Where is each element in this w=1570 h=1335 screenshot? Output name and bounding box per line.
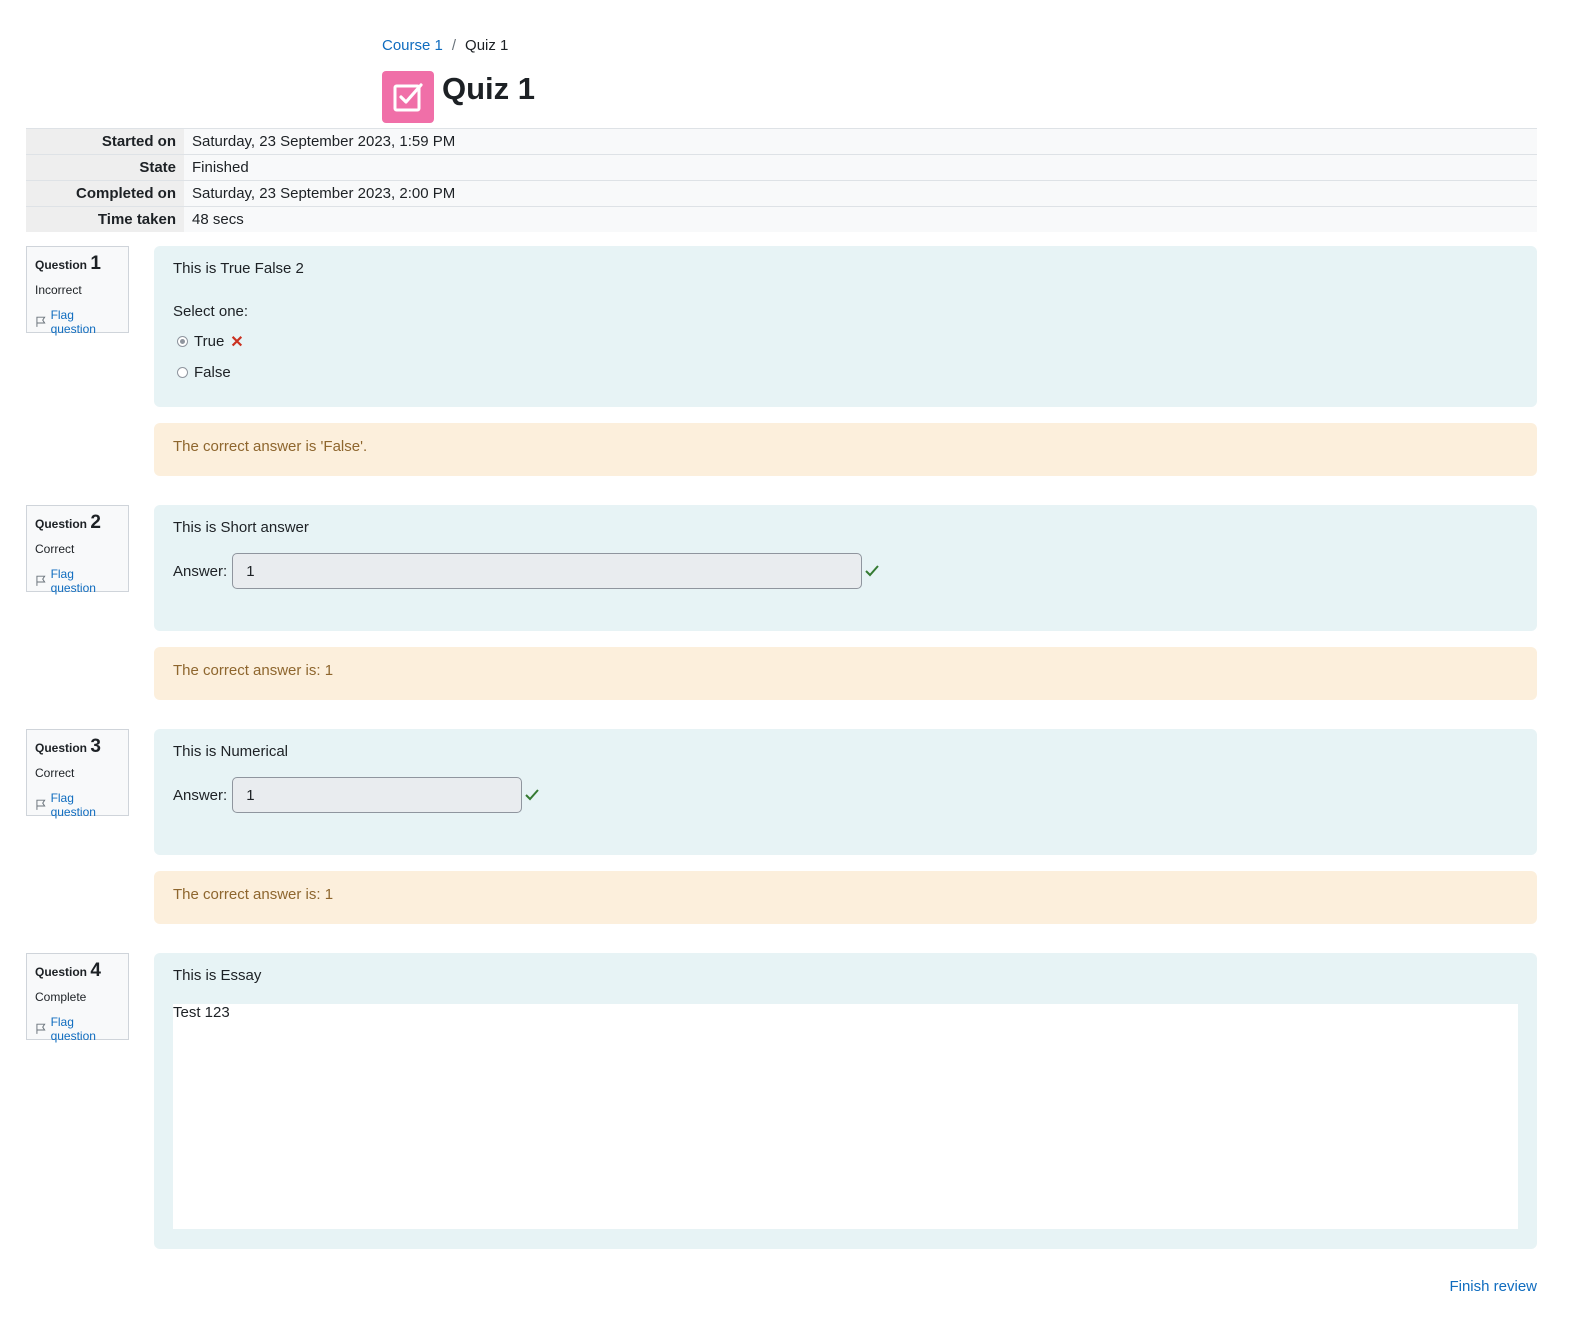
answer-row: Answer: 1	[173, 777, 1518, 813]
breadcrumb-current: Quiz 1	[465, 37, 509, 54]
question-3-formulation: This is Numerical Answer: 1	[154, 729, 1537, 855]
question-state: Complete	[35, 990, 87, 1004]
breadcrumb-separator: /	[451, 37, 457, 54]
question-number: 3	[90, 736, 101, 757]
summary-row-completed: Completed on Saturday, 23 September 2023…	[26, 180, 1537, 207]
option-true[interactable]: True ✕	[177, 326, 1518, 357]
question-number: 4	[90, 960, 101, 981]
question-text: This is Numerical	[173, 743, 289, 760]
summary-value: Saturday, 23 September 2023, 1:59 PM	[184, 128, 1537, 155]
option-false[interactable]: False	[177, 357, 1518, 388]
summary-row-started: Started on Saturday, 23 September 2023, …	[26, 128, 1537, 155]
quiz-checkbox-icon	[382, 71, 434, 123]
question-state: Correct	[35, 542, 75, 556]
flag-icon	[36, 316, 46, 327]
flag-question-link[interactable]: Flag question	[35, 308, 120, 336]
summary-label: State	[26, 154, 184, 181]
question-text: This is Essay	[173, 967, 262, 984]
breadcrumb-course-link[interactable]: Course 1	[382, 37, 443, 54]
flag-question-label: Flag question	[50, 791, 96, 819]
flag-icon	[36, 1023, 46, 1034]
summary-row-state: State Finished	[26, 154, 1537, 181]
page-title: Quiz 1	[442, 71, 536, 106]
flag-question-label: Flag question	[50, 1015, 96, 1043]
question-1-formulation: This is True False 2 Select one: True ✕ …	[154, 246, 1537, 407]
question-2-info: Question 2 Correct Flag question	[26, 505, 129, 595]
question-1-feedback: The correct answer is 'False'.	[154, 423, 1537, 476]
question-4-info: Question 4 Complete Flag question	[26, 953, 129, 1043]
summary-value: 48 secs	[184, 206, 1537, 232]
answer-row: Answer: 1	[173, 553, 1518, 589]
flag-question-link[interactable]: Flag question	[35, 1015, 120, 1043]
breadcrumb: Course 1 / Quiz 1	[382, 37, 508, 54]
summary-value: Saturday, 23 September 2023, 2:00 PM	[184, 180, 1537, 207]
question-2-formulation: This is Short answer Answer: 1	[154, 505, 1537, 631]
question-state: Correct	[35, 766, 75, 780]
check-icon	[525, 789, 539, 801]
answer-field[interactable]: 1	[232, 777, 523, 813]
select-one-prompt: Select one:	[173, 303, 249, 320]
flag-question-link[interactable]: Flag question	[35, 567, 120, 595]
question-2-feedback: The correct answer is: 1	[154, 647, 1537, 700]
question-label: Question	[35, 258, 88, 272]
essay-response-text: Test 123	[173, 1004, 230, 1021]
radio-false[interactable]	[177, 367, 188, 378]
answer-label: Answer:	[173, 786, 228, 804]
option-label: False	[194, 364, 231, 381]
question-3-feedback: The correct answer is: 1	[154, 871, 1537, 924]
flag-question-label: Flag question	[50, 567, 96, 595]
question-label: Question	[35, 965, 88, 979]
answer-value: 1	[246, 562, 255, 580]
finish-review-link[interactable]: Finish review	[1449, 1278, 1537, 1295]
question-state: Incorrect	[35, 283, 82, 297]
summary-label: Completed on	[26, 180, 184, 207]
flag-question-label: Flag question	[50, 308, 96, 336]
attempt-summary-table: Started on Saturday, 23 September 2023, …	[26, 128, 1537, 232]
question-3-info: Question 3 Correct Flag question	[26, 729, 129, 819]
question-number: 2	[90, 512, 101, 533]
answer-value: 1	[246, 786, 255, 804]
flag-icon	[36, 799, 46, 810]
question-number: 1	[90, 253, 101, 274]
option-label: True	[194, 333, 225, 350]
radio-true[interactable]	[177, 336, 188, 347]
flag-question-link[interactable]: Flag question	[35, 791, 120, 819]
summary-value: Finished	[184, 154, 1537, 181]
page-header: Quiz 1	[382, 71, 535, 123]
flag-icon	[36, 575, 46, 586]
summary-label: Started on	[26, 128, 184, 155]
question-4-formulation: This is Essay Test 123	[154, 953, 1537, 1249]
summary-row-time-taken: Time taken 48 secs	[26, 206, 1537, 232]
essay-response: Test 123	[173, 1004, 1518, 1229]
question-label: Question	[35, 517, 88, 531]
question-text: This is Short answer	[173, 519, 309, 536]
question-text: This is True False 2	[173, 260, 304, 277]
check-icon	[865, 565, 879, 577]
answer-label: Answer:	[173, 562, 228, 580]
summary-label: Time taken	[26, 206, 184, 232]
question-1-info: Question 1 Incorrect Flag question	[26, 246, 129, 336]
question-label: Question	[35, 741, 88, 755]
answer-field[interactable]: 1	[232, 553, 863, 589]
cross-icon: ✕	[230, 333, 244, 351]
